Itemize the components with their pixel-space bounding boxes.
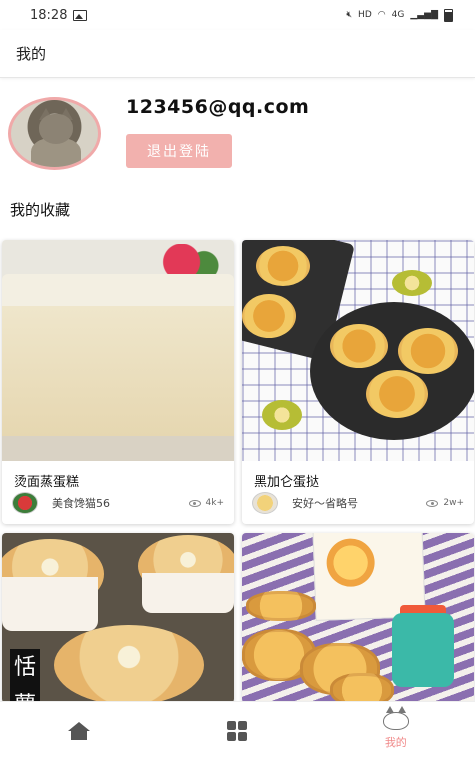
muffin-liner — [2, 577, 98, 631]
network-label: 4G — [391, 10, 405, 20]
page-title: 我的 — [16, 45, 47, 63]
user-email: 123456@qq.com — [126, 96, 310, 118]
recipe-card[interactable]: 黑加仑蛋挞 安好～省略号 2w+ — [242, 240, 474, 524]
cookie — [246, 591, 316, 621]
recipe-card[interactable]: 恬蘿 — [2, 533, 234, 703]
muffin-liner — [142, 573, 234, 613]
tab-home[interactable] — [0, 702, 158, 759]
profile-section: 123456@qq.com 退出登陆 — [0, 84, 475, 184]
recipe-card[interactable]: 烫面蒸蛋糕 美食馋猫56 4k+ — [2, 240, 234, 524]
favorites-heading: 我的收藏 — [10, 201, 71, 219]
avatar[interactable] — [8, 97, 101, 170]
bottom-tab-bar: 我的 — [0, 701, 475, 759]
egg-tart — [366, 370, 428, 418]
recipe-meta: 美食馋猫56 4k+ — [12, 492, 224, 514]
signal-icon: ▁▃▅▇ — [410, 10, 438, 20]
jar — [392, 613, 454, 687]
battery-icon — [444, 8, 453, 22]
kiwi-slice — [392, 270, 432, 296]
grid-icon — [227, 720, 248, 741]
muffin — [54, 625, 204, 703]
eye-icon — [188, 499, 201, 507]
recipe-card[interactable] — [242, 533, 474, 703]
author-avatar — [12, 492, 38, 514]
tab-category[interactable] — [158, 702, 316, 759]
wifi-icon: ◠ — [377, 10, 386, 20]
cat-icon — [382, 705, 409, 730]
recipe-title: 烫面蒸蛋糕 — [14, 475, 80, 490]
app-bar: 我的 — [0, 30, 475, 78]
egg-tart — [242, 294, 296, 338]
tab-label: 我的 — [384, 735, 407, 749]
box-illustration — [325, 537, 376, 588]
calligraphy-stamp: 恬蘿 — [10, 649, 40, 703]
cake-plate — [2, 436, 234, 461]
recipe-author: 美食馋猫56 — [52, 497, 110, 510]
home-icon — [68, 721, 91, 740]
recipe-photo[interactable] — [242, 533, 474, 703]
status-time: 18:28 — [30, 7, 68, 23]
recipe-photo[interactable]: 恬蘿 — [2, 533, 234, 703]
logout-button[interactable]: 退出登陆 — [126, 134, 232, 168]
image-icon — [73, 9, 88, 21]
status-left: 18:28 — [30, 7, 88, 23]
status-right: 🔇︎ HD ◠ 4G ▁▃▅▇ — [346, 8, 453, 22]
recipe-photo[interactable] — [2, 240, 234, 461]
egg-tart — [256, 246, 310, 286]
recipe-meta: 安好～省略号 2w+ — [252, 492, 464, 514]
recipe-author: 安好～省略号 — [292, 497, 358, 510]
avatar-cat-head — [39, 114, 73, 144]
author-avatar — [252, 492, 278, 514]
kiwi-slice — [262, 400, 302, 430]
tab-mine[interactable]: 我的 — [317, 702, 475, 759]
cake-body — [2, 306, 234, 436]
recipe-views: 4k+ — [205, 498, 224, 508]
recipe-photo[interactable] — [242, 240, 474, 461]
recipe-title: 黑加仑蛋挞 — [254, 475, 320, 490]
egg-tart — [330, 324, 388, 368]
recipe-views: 2w+ — [443, 498, 464, 508]
status-bar: 18:28 🔇︎ HD ◠ 4G ▁▃▅▇ — [0, 0, 475, 30]
hd-label: HD — [358, 10, 372, 20]
egg-tart — [398, 328, 458, 374]
cookie — [330, 673, 394, 703]
eye-icon — [426, 499, 439, 507]
mute-icon: 🔇︎ — [346, 10, 353, 20]
